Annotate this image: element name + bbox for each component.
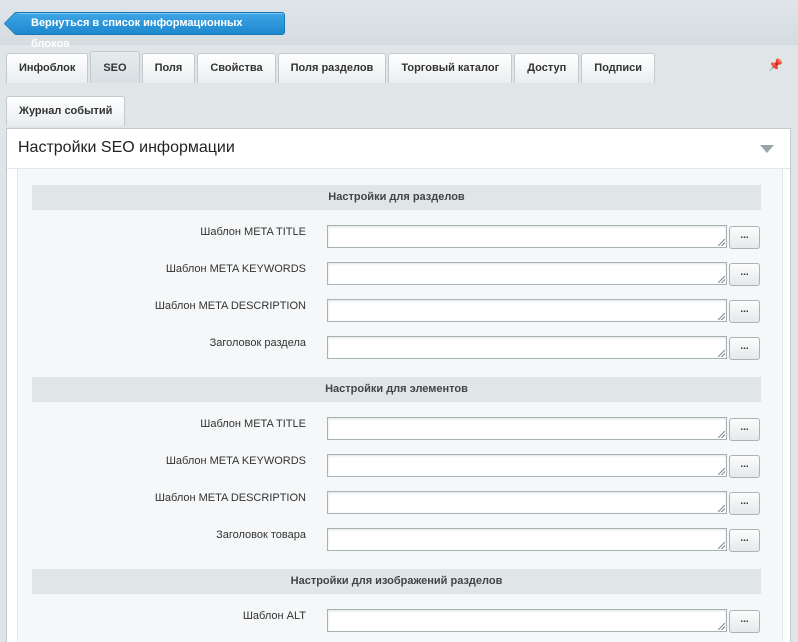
insert-macro-button[interactable]: ... — [729, 492, 760, 515]
tab-tabs-row1-2[interactable]: Поля — [141, 53, 196, 83]
tab-tabs-row1-6[interactable]: Доступ — [514, 53, 580, 83]
back-arrow-icon — [3, 11, 28, 36]
field-label: Шаблон META KEYWORDS — [165, 263, 306, 275]
resize-grip-icon[interactable] — [718, 276, 725, 283]
section-header: Настройки для элементов — [32, 377, 761, 402]
insert-macro-button[interactable]: ... — [729, 610, 760, 633]
pin-icon[interactable]: 📌 — [768, 58, 783, 72]
top-toolbar: Вернуться в список информационных блоков — [0, 0, 798, 50]
tab-tabs-row1-5[interactable]: Торговый каталог — [388, 53, 513, 83]
tab-tabs-row1-1[interactable]: SEO — [90, 51, 140, 83]
resize-grip-icon[interactable] — [718, 431, 725, 438]
back-button-label: Вернуться в список информационных блоков — [31, 17, 243, 50]
back-to-iblock-list-button[interactable]: Вернуться в список информационных блоков — [3, 11, 285, 50]
tab-tabs-row1-3[interactable]: Свойства — [197, 53, 276, 83]
insert-macro-button[interactable]: ... — [729, 418, 760, 441]
panel-header: Настройки SEO информации — [7, 129, 790, 169]
insert-macro-button[interactable]: ... — [729, 263, 760, 286]
template-textarea[interactable] — [327, 609, 727, 632]
template-textarea[interactable] — [327, 225, 727, 248]
panel-body: Настройки для разделов Шаблон META TITLE.… — [17, 169, 783, 642]
chevron-down-icon[interactable] — [760, 145, 774, 153]
resize-grip-icon[interactable] — [718, 542, 725, 549]
section-header: Настройки для изображений разделов — [32, 569, 761, 594]
tab-tabs-row1-0[interactable]: Инфоблок — [6, 53, 89, 83]
insert-macro-button[interactable]: ... — [729, 300, 760, 323]
template-textarea[interactable] — [327, 336, 727, 359]
tab-tabs-row1-4[interactable]: Поля разделов — [277, 53, 387, 83]
field-label: Шаблон META TITLE — [200, 418, 306, 430]
tabs-row-secondary: Журнал событий — [6, 96, 126, 126]
field-label: Шаблон META KEYWORDS — [165, 455, 306, 467]
resize-grip-icon[interactable] — [718, 623, 725, 630]
field-label: Шаблон META DESCRIPTION — [154, 300, 306, 312]
template-textarea[interactable] — [327, 262, 727, 285]
field-label: Шаблон META TITLE — [200, 226, 306, 238]
resize-grip-icon[interactable] — [718, 313, 725, 320]
template-textarea[interactable] — [327, 454, 727, 477]
tabs-row-main: Инфоблок SEO Поля Свойства Поля разделов Торг… — [6, 51, 656, 83]
section-header: Настройки для разделов — [32, 185, 761, 210]
resize-grip-icon[interactable] — [718, 505, 725, 512]
resize-grip-icon[interactable] — [718, 468, 725, 475]
tab-tabs-row1-7[interactable]: Подписи — [581, 53, 656, 83]
field-label: Заголовок раздела — [209, 337, 306, 349]
template-textarea[interactable] — [327, 417, 727, 440]
insert-macro-button[interactable]: ... — [729, 455, 760, 478]
resize-grip-icon[interactable] — [718, 239, 725, 246]
field-label: Шаблон ALT — [242, 610, 306, 622]
seo-settings-panel: Настройки SEO информации Настройки для р… — [6, 128, 791, 642]
insert-macro-button[interactable]: ... — [729, 337, 760, 360]
insert-macro-button[interactable]: ... — [729, 226, 760, 249]
tab-tabs-row2-0[interactable]: Журнал событий — [6, 96, 126, 126]
field-label: Шаблон META DESCRIPTION — [154, 492, 306, 504]
panel-title: Настройки SEO информации — [18, 139, 235, 156]
insert-macro-button[interactable]: ... — [729, 529, 760, 552]
template-textarea[interactable] — [327, 299, 727, 322]
template-textarea[interactable] — [327, 528, 727, 551]
resize-grip-icon[interactable] — [718, 350, 725, 357]
field-label: Заголовок товара — [216, 529, 306, 541]
template-textarea[interactable] — [327, 491, 727, 514]
